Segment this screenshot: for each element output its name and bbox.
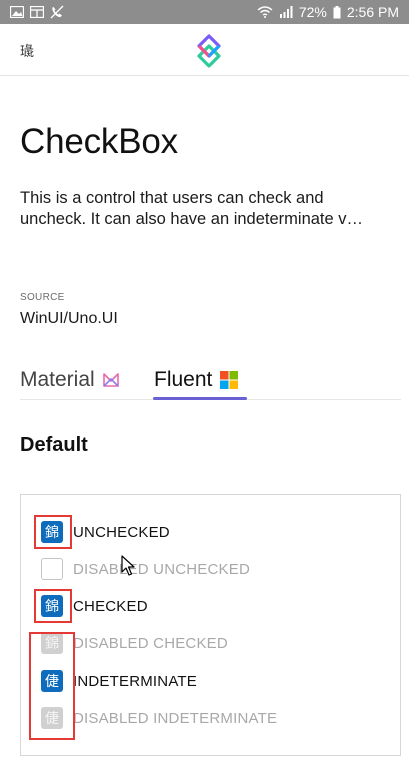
checkbox-label: INDETERMINATE bbox=[73, 672, 197, 690]
checkbox-sample-card: 錦 UNCHECKED DISABLED UNCHECKED 錦 CHECKED… bbox=[20, 494, 401, 756]
checkbox-disabled-indeterminate: 倢 DISABLED INDETERMINATE bbox=[41, 705, 277, 731]
tab-material-label: Material bbox=[20, 368, 95, 391]
mouse-cursor-icon bbox=[121, 555, 135, 576]
design-tabs: Material Fluent bbox=[20, 360, 401, 402]
image-icon bbox=[10, 6, 24, 18]
menu-button[interactable]: 璏 bbox=[20, 41, 34, 61]
page-title: CheckBox bbox=[20, 122, 178, 161]
app-bar-divider bbox=[0, 75, 409, 76]
phone-muted-icon bbox=[50, 5, 64, 19]
page-description: This is a control that users can check a… bbox=[20, 188, 380, 230]
status-bar: 72% 2:56 PM bbox=[0, 0, 409, 24]
checkbox-empty-box bbox=[41, 558, 63, 580]
grid-icon bbox=[30, 6, 44, 18]
tab-fluent[interactable]: Fluent bbox=[154, 360, 239, 400]
tab-fluent-label: Fluent bbox=[154, 368, 213, 391]
checkbox-disabled-unchecked: DISABLED UNCHECKED bbox=[41, 556, 250, 582]
highlight-box bbox=[29, 632, 75, 740]
windows-logo-icon bbox=[220, 371, 239, 389]
app-bar: 璏 bbox=[0, 24, 409, 76]
signal-icon bbox=[279, 6, 293, 18]
status-bar-right: 72% 2:56 PM bbox=[257, 4, 399, 20]
clock: 2:56 PM bbox=[346, 4, 399, 20]
uno-logo-icon bbox=[197, 34, 221, 68]
section-title: Default bbox=[20, 434, 88, 456]
source-value: WinUI/Uno.UI bbox=[20, 310, 118, 327]
checkbox-label: CHECKED bbox=[73, 597, 148, 615]
tab-selected-indicator bbox=[153, 397, 247, 400]
checkbox-label: DISABLED UNCHECKED bbox=[73, 560, 250, 578]
status-bar-left bbox=[10, 5, 64, 19]
description-line-2: uncheck. It can also have an indetermina… bbox=[20, 210, 364, 228]
checkbox-label: DISABLED INDETERMINATE bbox=[73, 709, 278, 727]
screen: 72% 2:56 PM 璏 CheckBox This is a control… bbox=[0, 0, 409, 762]
tab-material[interactable]: Material bbox=[20, 360, 119, 400]
wifi-icon bbox=[257, 6, 273, 18]
highlight-box bbox=[34, 515, 72, 549]
checkbox-label: DISABLED CHECKED bbox=[73, 634, 228, 652]
source-label: SOURCE bbox=[20, 292, 65, 303]
battery-icon bbox=[333, 5, 341, 18]
description-line-1: This is a control that users can check a… bbox=[20, 189, 324, 207]
highlight-box bbox=[34, 589, 72, 623]
checkbox-label: UNCHECKED bbox=[73, 523, 170, 541]
battery-percent: 72% bbox=[298, 4, 327, 20]
material-logo-icon bbox=[102, 373, 119, 387]
